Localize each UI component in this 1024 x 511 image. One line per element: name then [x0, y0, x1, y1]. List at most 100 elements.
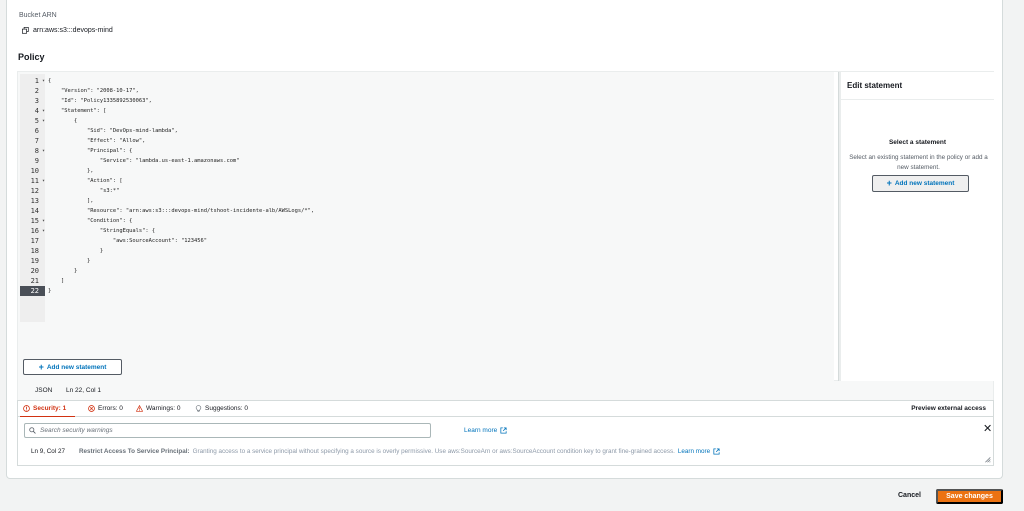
line-number-text: 5: [34, 117, 39, 125]
code-line[interactable]: "s3:*": [48, 186, 119, 196]
line-number: 17: [20, 236, 45, 246]
line-number-text: 15: [30, 217, 39, 225]
divider: [841, 99, 994, 100]
code-line[interactable]: "Sid": "DevOps-mind-lambda",: [48, 126, 178, 136]
code-line[interactable]: "Service": "lambda.us-east-1.amazonaws.c…: [48, 156, 240, 166]
finding-learn-more-label: Learn more: [677, 448, 711, 455]
code-line[interactable]: {: [48, 76, 51, 86]
search-warnings-field[interactable]: [24, 423, 431, 438]
code-line[interactable]: "Statement": [: [48, 106, 106, 116]
line-number-text: 20: [30, 267, 39, 275]
side-add-new-statement-button[interactable]: + Add new statement: [872, 175, 969, 192]
bucket-arn-label: Bucket ARN: [19, 12, 57, 19]
line-number: 18: [20, 246, 45, 256]
line-number-text: 19: [30, 257, 39, 265]
fold-toggle-icon[interactable]: ▾: [42, 106, 45, 116]
line-number-text: 14: [30, 207, 39, 215]
line-number: 10: [20, 166, 45, 176]
code-line[interactable]: },: [48, 166, 94, 176]
code-line[interactable]: "Resource": "arn:aws:s3:::devops-mind/ts…: [48, 206, 314, 216]
cancel-button[interactable]: Cancel: [898, 492, 921, 499]
save-changes-button[interactable]: Save changes: [936, 489, 1003, 504]
line-number-text: 1: [34, 77, 39, 85]
line-number-text: 12: [30, 187, 39, 195]
copy-icon[interactable]: [22, 27, 29, 34]
external-link-icon: [500, 427, 507, 434]
bucket-policy-panel: Bucket ARN arn:aws:s3:::devops-mind Poli…: [6, 0, 1003, 479]
tab-errors[interactable]: Errors: 0: [88, 405, 123, 412]
edit-statement-title: Edit statement: [847, 81, 903, 90]
line-number-text: 11: [30, 177, 39, 185]
code-line[interactable]: "Principal": {: [48, 146, 132, 156]
external-link-icon: [713, 448, 720, 455]
tab-security[interactable]: Security: 1: [23, 405, 66, 412]
fold-toggle-icon[interactable]: ▾: [42, 116, 45, 126]
error-icon: [88, 405, 95, 412]
learn-more-label: Learn more: [464, 427, 498, 434]
line-number: 11 ▾: [20, 176, 45, 186]
fold-toggle-icon[interactable]: ▾: [42, 146, 45, 156]
resize-grip-icon[interactable]: [984, 456, 991, 463]
code-line[interactable]: }: [48, 256, 90, 266]
plus-icon: +: [886, 178, 892, 188]
search-warnings-input[interactable]: [40, 427, 420, 434]
line-number-text: 16: [30, 227, 39, 235]
editor-status-bar: JSON Ln 22, Col 1: [17, 381, 994, 400]
code-line[interactable]: }: [48, 266, 77, 276]
preview-external-access-link[interactable]: Preview external access: [911, 405, 986, 412]
tab-suggestions[interactable]: Suggestions: 0: [195, 405, 248, 412]
code-line[interactable]: }: [48, 246, 103, 256]
line-number-text: 13: [30, 197, 39, 205]
select-statement-description: Select an existing statement in the poli…: [849, 154, 988, 171]
bucket-arn-row: arn:aws:s3:::devops-mind: [22, 27, 113, 34]
finding-location[interactable]: Ln 9, Col 27: [31, 448, 65, 455]
line-number: 8 ▾: [20, 146, 45, 156]
code-line[interactable]: "aws:SourceAccount": "123456": [48, 236, 207, 246]
code-line[interactable]: "Id": "Policy1335892530063",: [48, 96, 152, 106]
policy-editor-container: 1 ▾ 2 3 4 ▾ 5 ▾ 6 7 8 ▾ 9 10 11 ▾ 12 13 14 15 ▾ 16 ▾ 17 18 19 20 21…: [17, 71, 994, 382]
line-number: 1 ▾: [20, 76, 45, 86]
line-number-gutter: 1 ▾ 2 3 4 ▾ 5 ▾ 6 7 8 ▾ 9 10 11 ▾ 12 13 14 15 ▾ 16 ▾ 17 18 19 20 21…: [20, 74, 45, 322]
line-number: 9: [20, 156, 45, 166]
code-line[interactable]: "StringEquals": {: [48, 226, 155, 236]
tab-warnings-label: Warnings: 0: [146, 405, 181, 412]
code-line[interactable]: {: [48, 116, 77, 126]
search-icon: [29, 427, 36, 434]
line-number: 20: [20, 266, 45, 276]
line-number: 16 ▾: [20, 226, 45, 236]
add-new-statement-button[interactable]: + Add new statement: [23, 359, 122, 375]
line-number: 19: [20, 256, 45, 266]
policy-title: Policy: [18, 52, 45, 62]
code-line[interactable]: }: [48, 286, 51, 296]
line-number: 7: [20, 136, 45, 146]
tab-errors-label: Errors: 0: [98, 405, 123, 412]
bucket-arn-value: arn:aws:s3:::devops-mind: [33, 27, 113, 34]
line-number-text: 6: [34, 127, 39, 135]
tab-warnings[interactable]: Warnings: 0: [136, 405, 180, 412]
edit-statement-panel: Edit statement Select a statement Select…: [841, 72, 994, 382]
code-line[interactable]: "Action": [: [48, 176, 123, 186]
line-number: 3: [20, 96, 45, 106]
code-line[interactable]: "Version": "2008-10-17",: [48, 86, 139, 96]
language-indicator: JSON: [35, 387, 53, 394]
fold-toggle-icon[interactable]: ▾: [42, 226, 45, 236]
close-icon[interactable]: ✕: [983, 424, 992, 435]
code-line[interactable]: "Effect": "Allow",: [48, 136, 145, 146]
line-number-text: 9: [34, 157, 39, 165]
fold-toggle-icon[interactable]: ▾: [42, 76, 45, 86]
cursor-position: Ln 22, Col 1: [66, 387, 102, 394]
fold-toggle-icon[interactable]: ▾: [42, 176, 45, 186]
validation-tabs: Security: 1 Errors: 0 Warnings: 0 Sugges…: [17, 400, 994, 418]
line-number-text: 7: [34, 137, 39, 145]
line-number-text: 3: [34, 97, 39, 105]
tab-security-label: Security: 1: [33, 405, 67, 412]
code-line[interactable]: ],: [48, 196, 94, 206]
code-line[interactable]: ]: [48, 276, 64, 286]
code-editor[interactable]: 1 ▾ 2 3 4 ▾ 5 ▾ 6 7 8 ▾ 9 10 11 ▾ 12 13 14 15 ▾ 16 ▾ 17 18 19 20 21…: [18, 72, 834, 382]
line-number: 15 ▾: [20, 216, 45, 226]
learn-more-link[interactable]: Learn more: [464, 427, 507, 434]
finding-learn-more-link[interactable]: Learn more: [678, 448, 720, 455]
line-number-text: 4: [34, 107, 39, 115]
code-line[interactable]: "Condition": {: [48, 216, 132, 226]
fold-toggle-icon[interactable]: ▾: [42, 216, 45, 226]
